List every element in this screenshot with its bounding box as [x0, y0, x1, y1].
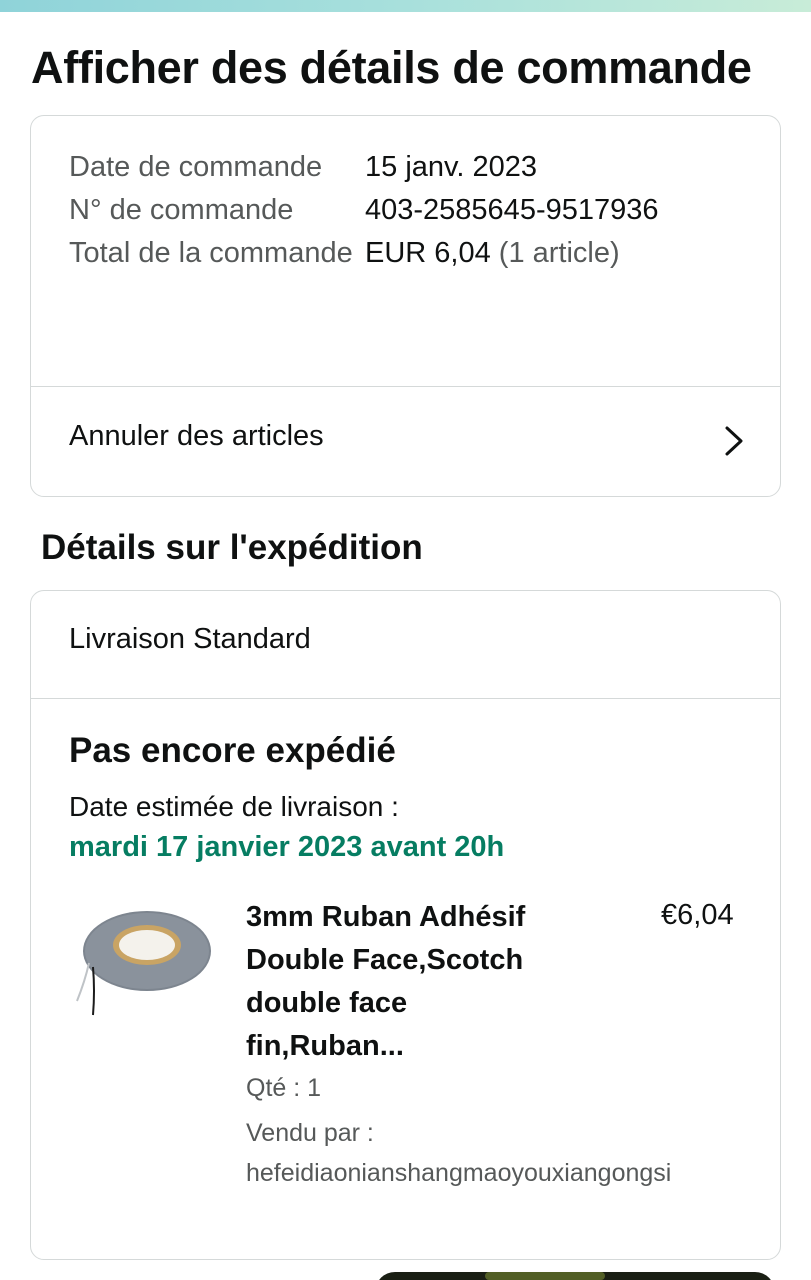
order-date-label: Date de commande — [69, 151, 323, 183]
order-date-value: 15 janv. 2023 — [365, 151, 537, 183]
cancel-items-label: Annuler des articles — [69, 420, 324, 452]
order-total-amount: EUR 6,04 — [365, 237, 491, 269]
page-title: Afficher des détails de commande — [31, 42, 752, 93]
product-title-link[interactable]: 3mm Ruban Adhésif Double Face,Scotch dou… — [246, 896, 566, 1068]
order-number-row: N° de commande 403-2585645-9517936 — [69, 189, 749, 232]
shipment-status: Pas encore expédié — [69, 731, 396, 770]
estimated-delivery-label: Date estimée de livraison : — [69, 791, 399, 822]
product-quantity: Qté : 1 — [246, 1074, 322, 1102]
shipment-card: Livraison Standard Pas encore expédié Da… — [30, 590, 781, 1260]
order-number-label: N° de commande — [69, 194, 294, 226]
shipping-method: Livraison Standard — [69, 623, 311, 655]
bottom-floating-element — [375, 1272, 775, 1280]
divider — [31, 698, 780, 699]
order-total-row: Total de la commande EUR 6,04 (1 article… — [69, 232, 749, 275]
cancel-items-button[interactable]: Annuler des articles — [31, 387, 780, 496]
product-price: €6,04 — [661, 899, 734, 931]
top-accent-bar — [0, 0, 811, 12]
estimated-delivery-date: mardi 17 janvier 2023 avant 20h — [69, 831, 505, 863]
seller-name[interactable]: hefeidiaonianshangmaoyouxiangongsi — [246, 1159, 671, 1188]
order-number-value: 403-2585645-9517936 — [365, 194, 659, 226]
order-total-label: Total de la commande — [69, 237, 353, 269]
shipment-section-title: Détails sur l'expédition — [41, 528, 423, 567]
order-total-item-count: (1 article) — [498, 237, 620, 269]
order-total-value: EUR 6,04 (1 article) — [365, 232, 620, 275]
order-date-row: Date de commande 15 janv. 2023 — [69, 146, 749, 189]
order-summary-grid: Date de commande 15 janv. 2023 N° de com… — [69, 146, 749, 275]
order-summary-card: Date de commande 15 janv. 2023 N° de com… — [30, 115, 781, 497]
chevron-right-icon — [725, 426, 743, 456]
product-image[interactable] — [67, 901, 212, 1021]
sold-by-label: Vendu par : — [246, 1119, 374, 1147]
